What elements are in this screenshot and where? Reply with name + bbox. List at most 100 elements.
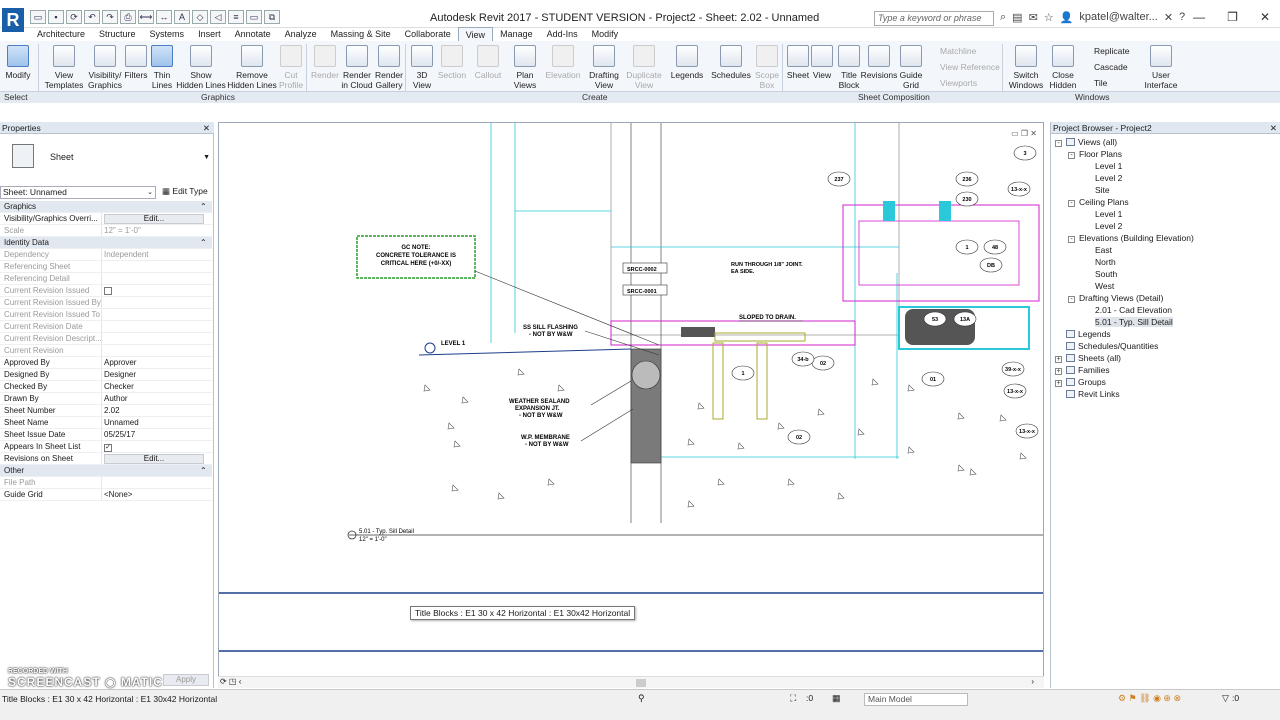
help-icon[interactable]: ? — [1179, 11, 1185, 24]
tree-item[interactable]: + Groups — [1055, 376, 1194, 388]
tree-item[interactable]: Level 2 — [1055, 172, 1194, 184]
tree-item[interactable]: - Elevations (Building Elevation) — [1055, 232, 1194, 244]
tree-item[interactable]: - Drafting Views (Detail) — [1055, 292, 1194, 304]
communication-icon[interactable]: ✉ — [1029, 11, 1038, 24]
user-name[interactable]: kpatel@walter... — [1079, 11, 1157, 24]
collapse-icon[interactable]: - — [1055, 140, 1062, 147]
tab-annotate[interactable]: Annotate — [228, 27, 278, 41]
expand-icon[interactable]: + — [1055, 380, 1062, 387]
scope-box-button[interactable]: Scope Box — [754, 45, 780, 90]
tree-item[interactable]: Level 1 — [1055, 208, 1194, 220]
close-hidden-button[interactable]: Close Hidden — [1046, 45, 1080, 90]
property-value[interactable]: Approver — [102, 357, 212, 368]
section-icon[interactable]: ◁ — [210, 10, 226, 24]
property-value[interactable]: Checker — [102, 381, 212, 392]
revit-logo-button[interactable]: R — [2, 8, 24, 32]
exchange-icon[interactable]: ✕ — [1164, 11, 1173, 24]
tab-modify[interactable]: Modify — [585, 27, 626, 41]
search-input[interactable]: Type a keyword or phrase — [874, 11, 994, 26]
switch-windows-icon[interactable]: ⧉ — [264, 10, 280, 24]
chevron-down-icon[interactable]: ▼ — [203, 154, 210, 161]
selection-icons[interactable]: ⚙ ⚑ ⛓ ◉ ⊕ ⊗ — [1118, 693, 1181, 704]
tab-manage[interactable]: Manage — [493, 27, 540, 41]
replicate-button[interactable]: Replicate — [1094, 43, 1129, 59]
filter-icon[interactable]: ▽ — [1222, 693, 1229, 704]
tree-item[interactable]: Schedules/Quantities — [1055, 340, 1194, 352]
minimize-icon[interactable]: — — [1193, 10, 1205, 24]
remove-hidden-lines-button[interactable]: Remove Hidden Lines — [226, 45, 278, 90]
schedules-button[interactable]: Schedules — [710, 45, 752, 80]
tab-collaborate[interactable]: Collaborate — [398, 27, 458, 41]
save-icon[interactable]: ▪ — [48, 10, 64, 24]
3d-view-icon[interactable]: ◇ — [192, 10, 208, 24]
tree-item[interactable]: Site — [1055, 184, 1194, 196]
tree-item[interactable]: - Floor Plans — [1055, 148, 1194, 160]
close-icon[interactable]: ✕ — [1260, 10, 1270, 24]
user-interface-button[interactable]: User Interface — [1140, 45, 1182, 90]
cut-profile-button[interactable]: Cut Profile — [278, 45, 304, 90]
tree-item[interactable]: Level 2 — [1055, 220, 1194, 232]
expand-icon[interactable]: + — [1055, 368, 1062, 375]
title-block-button[interactable]: Title Block — [836, 45, 862, 90]
plan-views-button[interactable]: Plan Views — [510, 45, 540, 90]
tree-item[interactable]: Revit Links — [1055, 388, 1194, 400]
duplicate-view-button[interactable]: Duplicate View — [624, 45, 664, 90]
view-templates-button[interactable]: View Templates — [44, 45, 84, 90]
view-control-icons[interactable]: ⟳ ◳ ‹ — [220, 677, 241, 686]
subscription-icon[interactable]: ▤ — [1012, 11, 1022, 24]
close-icon[interactable]: ✕ — [1030, 129, 1037, 138]
section-button[interactable]: Section — [436, 45, 468, 80]
sheet-button[interactable]: Sheet — [784, 45, 812, 80]
group-label-select[interactable]: Select — [4, 92, 28, 103]
tree-item[interactable]: Level 1 — [1055, 160, 1194, 172]
render-button[interactable]: Render — [308, 45, 342, 80]
user-icon[interactable]: 👤 — [1060, 11, 1074, 24]
checkbox[interactable] — [104, 287, 112, 295]
sync-icon[interactable]: ⟳ — [66, 10, 82, 24]
collapse-icon[interactable]: ⌃ — [200, 465, 211, 476]
tile-button[interactable]: Tile — [1094, 75, 1107, 91]
property-value[interactable]: Unnamed — [102, 417, 212, 428]
property-value[interactable]: 05/25/17 — [102, 429, 212, 440]
open-icon[interactable]: ▭ — [30, 10, 46, 24]
legends-button[interactable]: Legends — [668, 45, 706, 80]
apply-button[interactable]: Apply — [163, 674, 209, 686]
tree-item[interactable]: + Families — [1055, 364, 1194, 376]
select-links-icon[interactable]: ⛶ — [790, 693, 796, 704]
view-reference-button[interactable]: View Reference — [940, 59, 1000, 75]
measure-icon[interactable]: ⟷ — [138, 10, 154, 24]
thin-lines-button[interactable]: Thin Lines — [150, 45, 174, 90]
tree-item[interactable]: West — [1055, 280, 1194, 292]
restore-icon[interactable]: ❐ — [1227, 10, 1238, 24]
property-value[interactable]: ✓ — [102, 441, 212, 452]
favorites-icon[interactable]: ☆ — [1044, 11, 1054, 24]
tree-item[interactable]: 5.01 - Typ. Sill Detail — [1055, 316, 1194, 328]
horizontal-scrollbar[interactable]: ⟳ ◳ ‹ › — [218, 676, 1044, 688]
thin-lines-icon[interactable]: ≡ — [228, 10, 244, 24]
edit-type-button[interactable]: ▦ Edit Type — [162, 186, 208, 197]
callout-button[interactable]: Callout — [470, 45, 506, 80]
minimize-icon[interactable]: ▭ — [1011, 129, 1019, 138]
drafting-view-button[interactable]: Drafting View — [586, 45, 622, 90]
collapse-icon[interactable]: - — [1068, 200, 1075, 207]
instance-selector[interactable]: Sheet: Unnamed ⌄ — [0, 186, 156, 199]
filters-button[interactable]: Filters — [124, 45, 148, 80]
redo-icon[interactable]: ↷ — [102, 10, 118, 24]
render-in-cloud-button[interactable]: Render in Cloud — [340, 45, 374, 90]
close-hidden-icon[interactable]: ▭ — [246, 10, 262, 24]
tree-item[interactable]: Legends — [1055, 328, 1194, 340]
text-icon[interactable]: A — [174, 10, 190, 24]
model-selector[interactable]: Main Model — [864, 693, 968, 706]
checkbox[interactable]: ✓ — [104, 444, 112, 452]
3d-view-button[interactable]: 3D View — [408, 45, 436, 90]
print-icon[interactable]: ⎙ — [120, 10, 136, 24]
tab-structure[interactable]: Structure — [92, 27, 143, 41]
property-value[interactable]: Edit... — [102, 213, 212, 224]
search-icon[interactable]: ⌕ — [1000, 11, 1006, 24]
scroll-right-icon[interactable]: › — [1031, 677, 1034, 686]
tab-architecture[interactable]: Architecture — [30, 27, 92, 41]
properties-section[interactable]: Graphics ⌃ — [0, 201, 212, 213]
detail-drawing[interactable]: 5.01 - Typ. Sill Detail 12" = 1'-0" GC N… — [219, 123, 1044, 688]
matchline-button[interactable]: Matchline — [940, 43, 976, 59]
tree-item[interactable]: + Sheets (all) — [1055, 352, 1194, 364]
